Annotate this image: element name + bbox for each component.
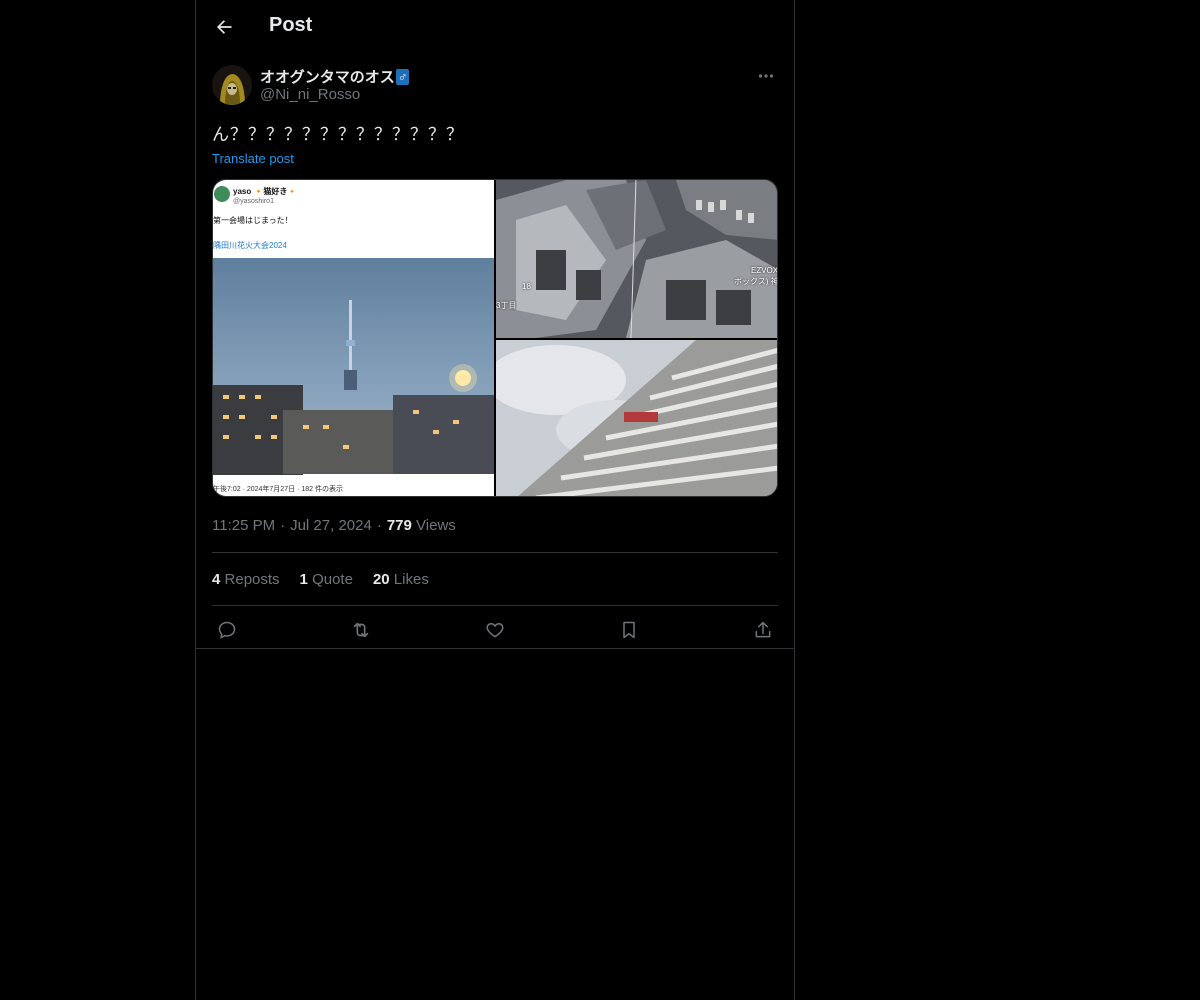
post-bottom-border (196, 648, 794, 649)
embedded-post-footer: 午後7:02 · 2024年7月27日 · 182 件の表示 (213, 486, 343, 493)
post-time[interactable]: 11:25 PM (212, 517, 275, 534)
reply-button[interactable] (216, 619, 238, 641)
bookmark-button[interactable] (618, 619, 640, 641)
embedded-author-handle: @yasoshiro1 (233, 198, 274, 205)
views-label: Views (416, 517, 456, 534)
display-name-text: オオグンタマのオス (260, 69, 395, 86)
hooded-figure-avatar (212, 65, 252, 105)
share-icon (755, 621, 771, 638)
back-button[interactable] (208, 11, 240, 43)
like-button[interactable] (484, 619, 506, 641)
meta-separator: · (376, 517, 382, 534)
map-label-district: 3丁目 (496, 301, 517, 310)
apartment-building-photo (496, 340, 777, 496)
arrow-left-icon (217, 20, 232, 34)
map-label-box: ボックス) 神 (734, 277, 778, 286)
action-bar (212, 606, 778, 654)
reposts-stat[interactable]: 4 Reposts (212, 571, 280, 588)
media-grid: yaso 🔸猫好き🔸 @yasoshiro1 第一会場はじまった！ 隅田川花火大… (212, 179, 778, 497)
embedded-post-text: 第一会場はじまった！ (213, 216, 293, 225)
map-label-18: 18 (522, 282, 531, 291)
avatar[interactable] (212, 65, 252, 105)
embedded-author-name: yaso 🔸猫好き🔸 (233, 187, 298, 196)
reply-icon (218, 621, 236, 639)
translate-post-link[interactable]: Translate post (212, 151, 294, 166)
more-horizontal-icon (758, 74, 774, 78)
likes-stat[interactable]: 20 Likes (373, 571, 429, 588)
page-header: Post (196, 0, 794, 54)
author-handle[interactable]: @Ni_ni_Rosso (260, 86, 360, 103)
more-options-button[interactable] (754, 68, 778, 84)
share-button[interactable] (752, 619, 774, 641)
post: オオグンタマのオス ♂ @Ni_ni_Rosso ん？？？？？？？？？？？？？ T… (196, 64, 794, 654)
night-skyline-photo (213, 186, 494, 475)
meta-separator: · (280, 517, 286, 534)
map-label-ezvox: EZVOX (751, 266, 778, 275)
like-icon (486, 622, 504, 638)
media-aerial-map[interactable]: 18 3丁目 EZVOX ボックス) 神 (496, 180, 778, 338)
aerial-map-photo (496, 180, 777, 338)
engagement-stats: 4 Reposts 1 Quote 20 Likes (212, 553, 778, 605)
author-display-name[interactable]: オオグンタマのオス ♂ (260, 66, 410, 87)
media-embedded-post-screenshot[interactable]: yaso 🔸猫好き🔸 @yasoshiro1 第一会場はじまった！ 隅田川花火大… (213, 180, 494, 496)
views-count: 779 (386, 517, 412, 534)
post-date[interactable]: Jul 27, 2024 (290, 517, 372, 534)
page-title: Post (269, 14, 313, 36)
post-meta: 11:25 PM · Jul 27, 2024 · 779 Views (212, 517, 778, 537)
repost-icon (353, 622, 369, 638)
embedded-post-hashtag: 隅田川花火大会2024 (213, 241, 287, 250)
repost-button[interactable] (350, 619, 372, 641)
author-row: オオグンタマのオス ♂ @Ni_ni_Rosso (212, 64, 778, 124)
post-column: Post オオグンタマのオス ♂ @Ni_ni_Rosso ん？？？？？？？？？… (195, 0, 795, 1000)
bookmark-icon (623, 621, 635, 639)
quotes-stat[interactable]: 1 Quote (300, 571, 353, 588)
media-building-photo[interactable] (496, 340, 777, 496)
male-sign-badge: ♂ (395, 69, 410, 85)
